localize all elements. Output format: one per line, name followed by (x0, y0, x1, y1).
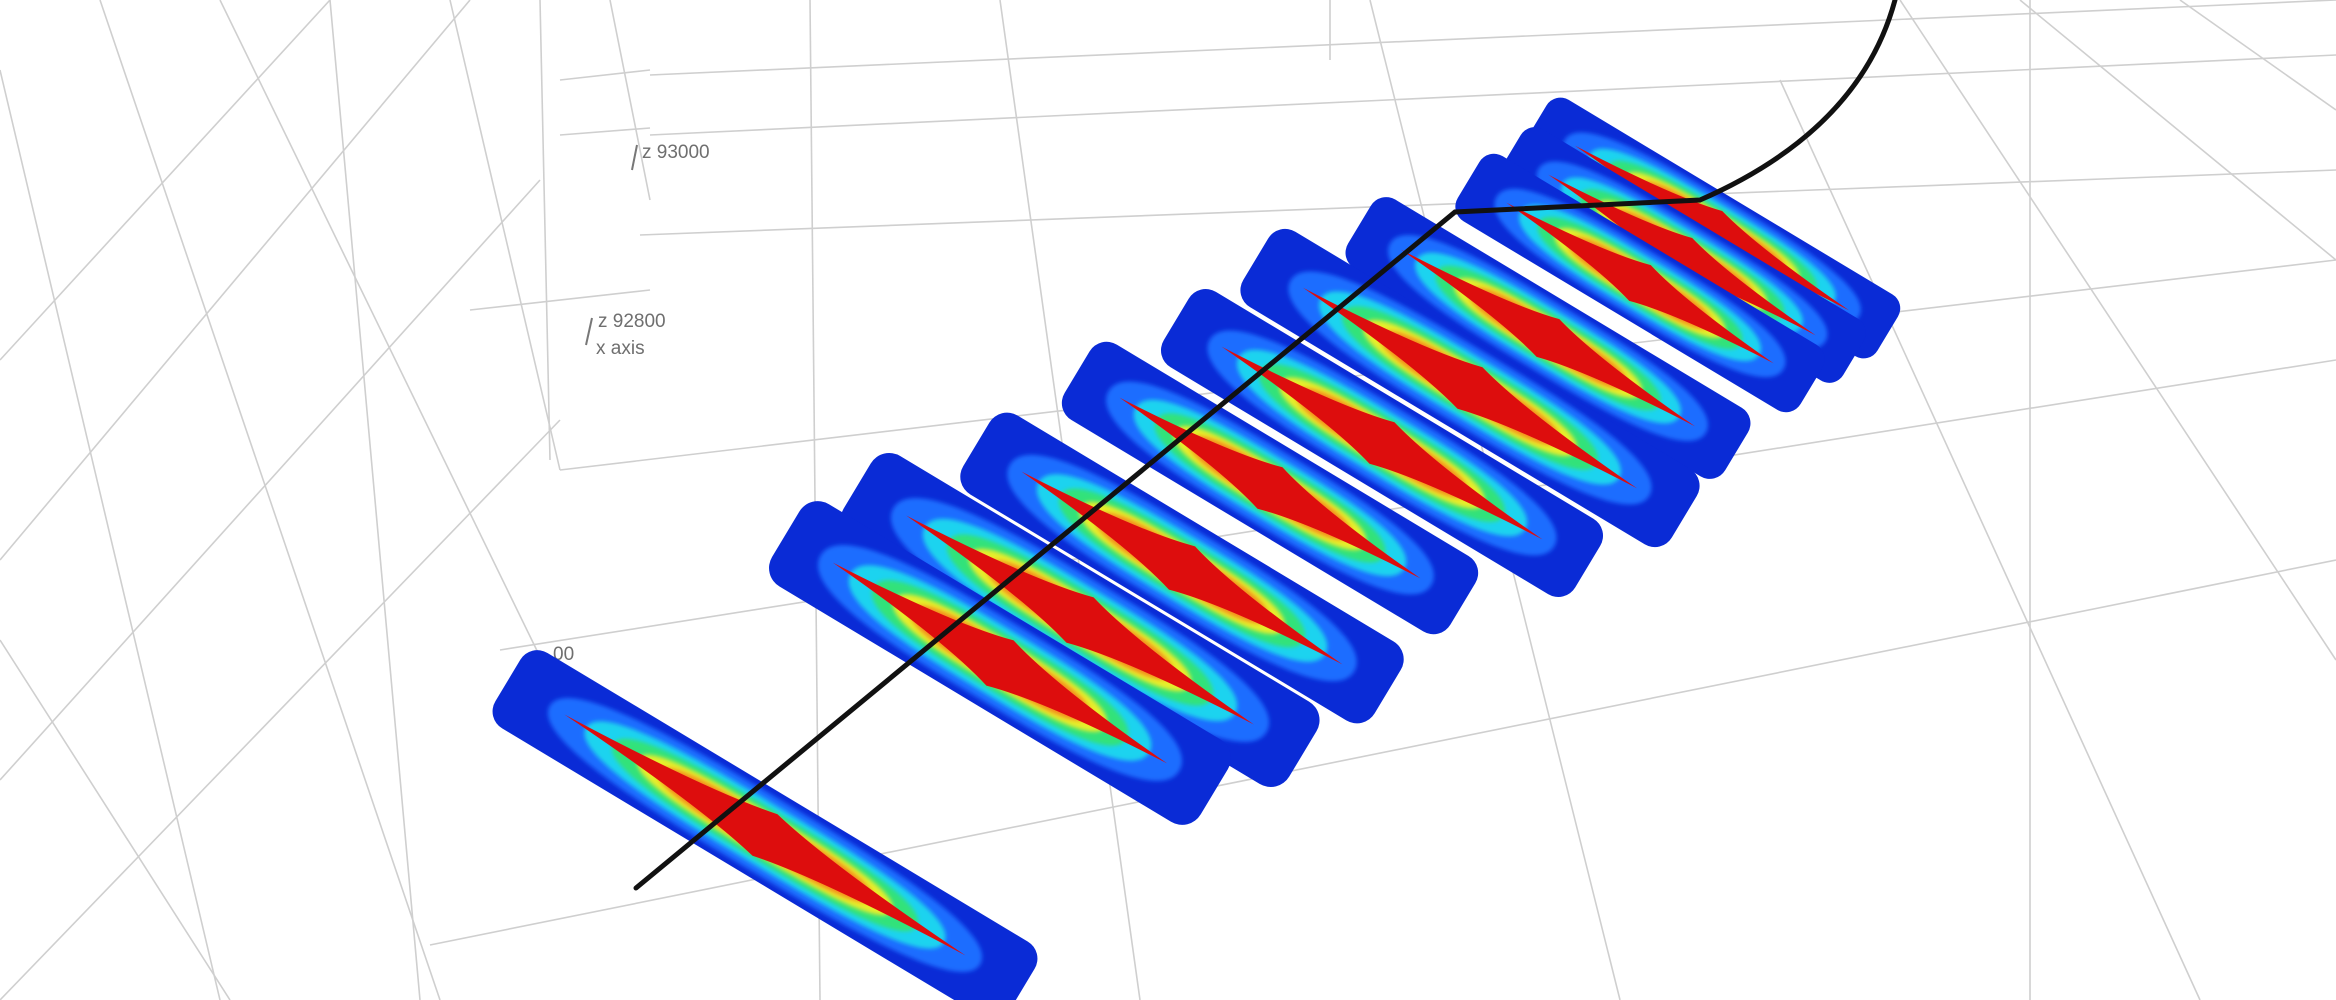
scene-canvas[interactable]: z 93000 z 92800 x axis 00 (0, 0, 2336, 1000)
z-axis-label-upper: z 93000 (642, 142, 710, 163)
z-axis-label-lower: z 92800 (598, 311, 666, 332)
axis-labels: z 93000 z 92800 x axis 00 (553, 142, 710, 665)
3d-viewport[interactable]: z 93000 z 92800 x axis 00 (0, 0, 2336, 1000)
cross-section-slice (492, 650, 1038, 1000)
x-axis-label: x axis (596, 338, 645, 359)
left-wall-grid (0, 0, 651, 1000)
cross-section-slices (492, 97, 1901, 1000)
